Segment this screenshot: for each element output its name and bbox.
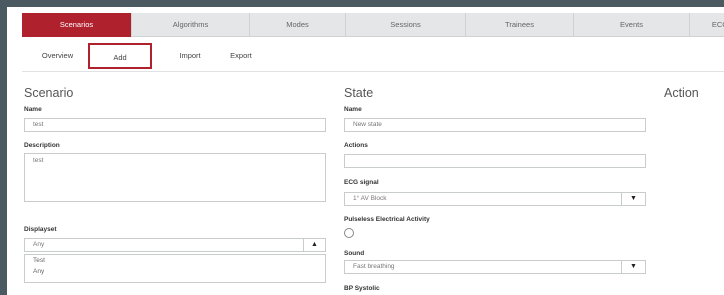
window-top-border — [0, 0, 724, 7]
state-heading: State — [344, 86, 374, 100]
ecg-signal-select[interactable]: 1° AV Block ▼ — [344, 192, 646, 206]
displayset-dropdown: Test Any — [24, 254, 326, 283]
displayset-option-any[interactable]: Any — [25, 266, 325, 277]
triangle-up-icon[interactable]: ▲ — [303, 238, 325, 252]
subtab-overview[interactable]: Overview — [30, 43, 85, 69]
subtab-add[interactable]: Add — [88, 43, 152, 69]
main-tabbar: Scenarios Algorithms Modes Sessions Trai… — [22, 13, 724, 37]
subtab-export[interactable]: Export — [220, 43, 262, 69]
triangle-down-icon[interactable]: ▼ — [621, 260, 645, 274]
tab-events[interactable]: Events — [574, 13, 690, 37]
ecg-signal-value: 1° AV Block — [353, 195, 387, 202]
subtab-divider — [22, 71, 724, 72]
triangle-down-icon[interactable]: ▼ — [621, 192, 645, 206]
action-heading: Action — [664, 86, 699, 100]
scenario-name-input[interactable]: test — [24, 118, 326, 132]
pea-label: Pulseless Electrical Activity — [344, 216, 430, 223]
displayset-value: Any — [33, 241, 45, 248]
scenario-heading: Scenario — [24, 86, 74, 100]
displayset-select[interactable]: Any ▲ — [24, 238, 326, 252]
description-textarea[interactable]: test — [24, 153, 326, 202]
sound-select[interactable]: Fast breathing ▼ — [344, 260, 646, 274]
sound-label: Sound — [344, 250, 365, 257]
state-name-input[interactable]: New state — [344, 118, 646, 132]
tab-trainees[interactable]: Trainees — [466, 13, 574, 37]
ecg-signal-label: ECG signal — [344, 179, 379, 186]
tab-ecg[interactable]: ECG — [690, 13, 724, 37]
description-label: Description — [24, 142, 60, 149]
actions-label: Actions — [344, 142, 368, 149]
displayset-option-test[interactable]: Test — [25, 255, 325, 266]
bp-systolic-label: BP Systolic — [344, 285, 380, 292]
tab-sessions[interactable]: Sessions — [346, 13, 466, 37]
tab-modes[interactable]: Modes — [250, 13, 346, 37]
state-name-label: Name — [344, 106, 362, 113]
actions-input[interactable] — [344, 154, 646, 168]
subtab-import[interactable]: Import — [165, 43, 215, 69]
tab-scenarios[interactable]: Scenarios — [22, 13, 132, 37]
sound-value: Fast breathing — [353, 263, 395, 270]
pea-radio[interactable] — [344, 228, 354, 238]
scenario-name-label: Name — [24, 106, 42, 113]
tab-algorithms[interactable]: Algorithms — [132, 13, 250, 37]
displayset-label: Displayset — [24, 226, 57, 233]
